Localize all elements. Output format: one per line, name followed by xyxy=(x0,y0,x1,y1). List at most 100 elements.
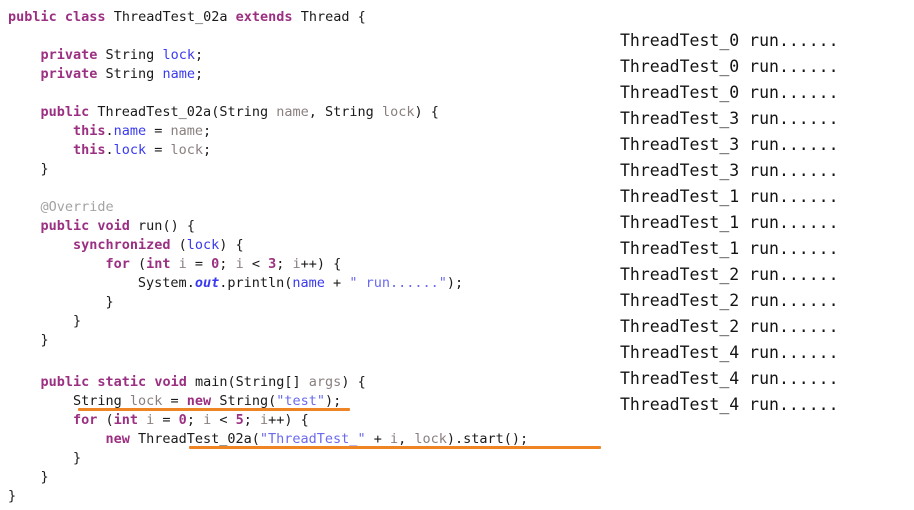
code-token: ++) { xyxy=(300,256,342,272)
code-token: out xyxy=(194,275,220,291)
code-token: , xyxy=(398,431,415,447)
code-token: new xyxy=(186,393,212,409)
code-token: this xyxy=(72,142,106,158)
console-output-line: ThreadTest_4 run...... xyxy=(620,343,839,362)
underline-thread-constructor-args xyxy=(189,446,601,449)
code-token: ) { xyxy=(219,237,244,253)
code-token: "ThreadTest_" xyxy=(259,431,366,447)
code-line[interactable]: } xyxy=(40,160,48,179)
code-token: ); xyxy=(325,393,342,409)
code-token: static xyxy=(97,374,147,390)
code-token: lock xyxy=(162,47,195,63)
console-output-line: ThreadTest_3 run...... xyxy=(620,135,839,154)
code-line[interactable]: public class ThreadTest_02a extends Thre… xyxy=(8,8,366,27)
code-token: } xyxy=(72,450,82,466)
console-output-line: ThreadTest_4 run...... xyxy=(620,395,839,414)
code-token: main xyxy=(194,374,228,390)
console-output-line: ThreadTest_0 run...... xyxy=(620,57,839,76)
code-line[interactable]: } xyxy=(8,487,16,506)
code-token: = xyxy=(186,256,212,272)
code-token: + xyxy=(324,275,350,291)
code-token: = xyxy=(146,123,171,139)
code-line[interactable]: } xyxy=(105,293,113,312)
code-token: public xyxy=(40,218,90,234)
console-output-pane[interactable]: ThreadTest_0 run...... ThreadTest_0 run..… xyxy=(610,0,914,510)
code-token: ; xyxy=(203,123,212,139)
code-token: ThreadTest_02a xyxy=(97,104,212,120)
code-token: lock xyxy=(113,142,147,158)
console-output-line: ThreadTest_4 run...... xyxy=(620,369,839,388)
code-token: "test" xyxy=(276,393,326,409)
code-token: int xyxy=(113,412,138,428)
code-line[interactable]: public static void main(String[] args) { xyxy=(40,373,365,392)
code-token: args xyxy=(308,374,342,390)
code-line[interactable]: public void run() { xyxy=(40,217,194,236)
code-token: Thread xyxy=(300,9,350,25)
code-token: ( xyxy=(227,374,236,390)
code-token: ( xyxy=(129,256,147,272)
code-editor-pane[interactable]: public class ThreadTest_02a extends Thre… xyxy=(0,0,610,510)
code-token: ) { xyxy=(341,374,366,390)
code-token: public xyxy=(40,104,90,120)
code-line[interactable]: } xyxy=(40,468,48,487)
code-token: i xyxy=(389,431,399,447)
code-token: for xyxy=(72,412,98,428)
code-token: ( xyxy=(97,412,114,428)
code-token: void xyxy=(154,374,187,390)
code-token: () { xyxy=(162,218,195,234)
code-token: } xyxy=(105,294,114,310)
code-token: , xyxy=(308,104,326,120)
code-line[interactable]: for (int i = 0; i < 5; i++) { xyxy=(73,411,309,430)
code-token: . xyxy=(105,123,114,139)
code-token: name xyxy=(276,104,309,120)
code-token: i xyxy=(203,412,212,428)
code-line[interactable]: @Override xyxy=(40,198,113,217)
code-token: i xyxy=(178,256,187,272)
code-token: ( xyxy=(251,431,260,447)
code-token: lock xyxy=(170,142,204,158)
code-token: String xyxy=(235,374,285,390)
code-token: name xyxy=(292,275,325,291)
code-token: { xyxy=(349,9,366,25)
code-token: + xyxy=(365,431,390,447)
code-line[interactable]: } xyxy=(73,449,81,468)
code-token: this xyxy=(72,123,106,139)
code-token: start xyxy=(463,431,504,447)
code-token: @Override xyxy=(40,199,114,215)
code-token: class xyxy=(64,9,106,25)
code-token: for xyxy=(105,256,130,272)
code-line[interactable]: } xyxy=(40,331,48,350)
code-line[interactable]: this.name = name; xyxy=(73,122,211,141)
code-token: ; xyxy=(243,412,261,428)
code-token: String xyxy=(219,393,269,409)
code-token: ( xyxy=(268,393,277,409)
code-line[interactable]: synchronized (lock) { xyxy=(73,236,244,255)
code-line[interactable]: private String name; xyxy=(40,65,203,84)
code-token: ; xyxy=(194,66,204,82)
code-token: int xyxy=(146,256,171,272)
code-token: " run......" xyxy=(349,275,447,291)
code-token: name xyxy=(170,123,204,139)
code-token: println xyxy=(227,275,285,291)
code-token: ; xyxy=(219,256,236,272)
code-line[interactable]: private String lock; xyxy=(40,46,203,65)
code-line[interactable]: } xyxy=(73,312,81,331)
code-token: . xyxy=(186,275,195,291)
code-token: public xyxy=(40,374,90,390)
code-token: String xyxy=(72,393,122,409)
code-token: ThreadTest_02a xyxy=(113,9,228,25)
code-line[interactable]: public ThreadTest_02a(String name, Strin… xyxy=(40,103,438,122)
code-line[interactable]: System.out.println(name + " run......"); xyxy=(138,274,463,293)
code-token: lock xyxy=(186,237,220,253)
code-line[interactable]: for (int i = 0; i < 3; i++) { xyxy=(105,255,341,274)
code-token: ; xyxy=(186,412,204,428)
code-token: = xyxy=(146,142,171,158)
code-line[interactable]: this.lock = lock; xyxy=(73,141,211,160)
console-output-line: ThreadTest_2 run...... xyxy=(620,317,839,336)
